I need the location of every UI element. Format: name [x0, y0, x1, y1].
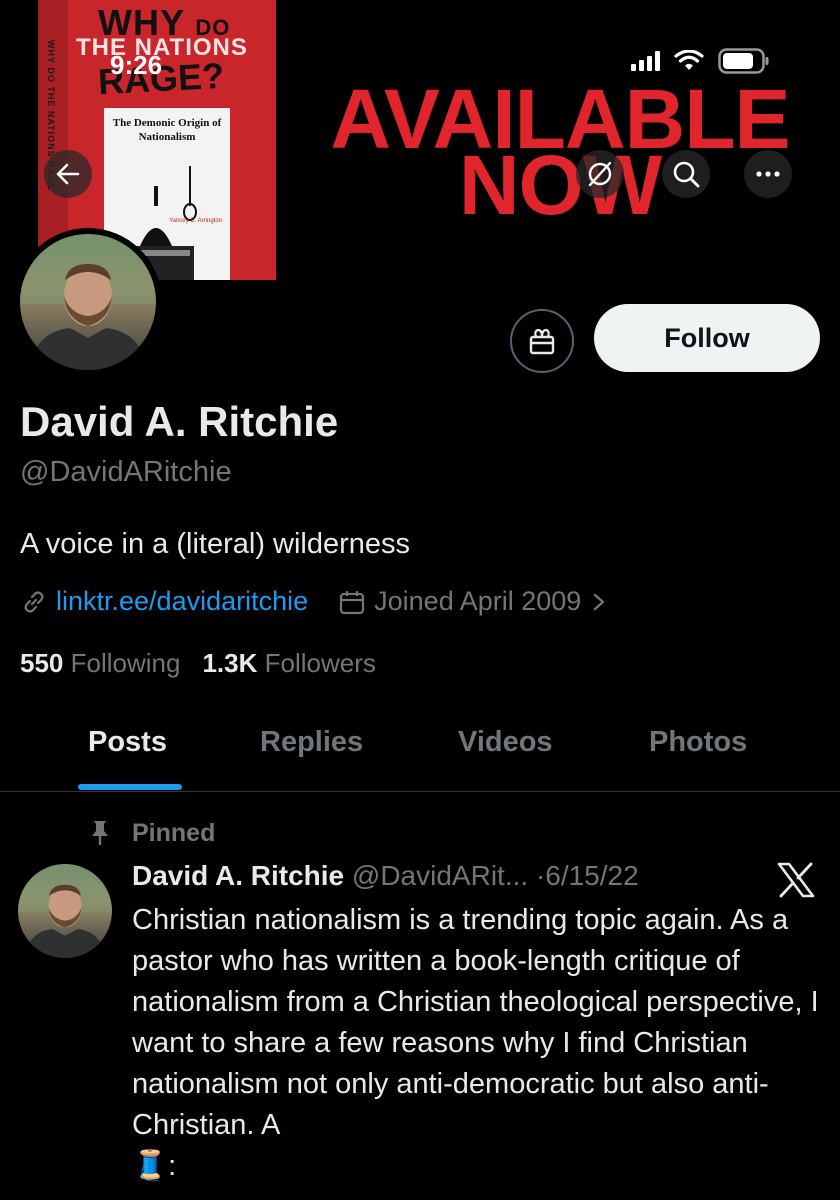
- profile-link[interactable]: linktr.ee/davidaritchie: [56, 586, 308, 617]
- following-count: 550: [20, 648, 64, 678]
- more-button[interactable]: [744, 150, 792, 198]
- post-author-handle[interactable]: @DavidARit...: [352, 860, 528, 891]
- post-author-name[interactable]: David A. Ritchie: [132, 860, 344, 891]
- pin-icon: [92, 821, 108, 845]
- following-label: Following: [70, 648, 181, 678]
- status-time: 9:26: [110, 50, 163, 80]
- follow-counts: 550 Following 1.3K Followers: [20, 648, 376, 679]
- wifi-icon: [674, 50, 704, 70]
- thread-emoji: 🧵:: [132, 1150, 177, 1182]
- pinned-indicator: Pinned: [88, 818, 215, 848]
- profile-avatar[interactable]: [14, 228, 162, 376]
- tab-videos[interactable]: Videos: [458, 726, 553, 759]
- tab-replies[interactable]: Replies: [260, 726, 363, 759]
- cellular-signal-icon: [631, 51, 660, 71]
- followers-link[interactable]: 1.3K Followers: [202, 648, 375, 679]
- grok-button[interactable]: [576, 150, 624, 198]
- profile-handle: @DavidARitchie: [20, 456, 232, 488]
- post-body[interactable]: Christian nationalism is a trending topi…: [132, 900, 822, 1187]
- person-silhouette-small: [18, 864, 112, 958]
- post-header: David A. Ritchie @DavidARit... ·6/15/22: [132, 860, 639, 892]
- book-author: Yancey C. Arrington: [169, 218, 222, 224]
- more-dots-icon: [756, 171, 780, 177]
- x-logo-icon: [777, 862, 815, 898]
- search-button[interactable]: [662, 150, 710, 198]
- search-icon: [673, 161, 700, 188]
- avatar-photo: [20, 234, 156, 370]
- pinned-label: Pinned: [132, 818, 216, 847]
- tab-photos[interactable]: Photos: [649, 726, 747, 759]
- gift-subscribe-button[interactable]: [510, 309, 574, 373]
- profile-tabs: Posts Replies Videos Photos: [0, 700, 840, 792]
- tab-posts[interactable]: Posts: [88, 726, 167, 759]
- grok-slash-icon: [588, 161, 612, 187]
- active-tab-indicator: [78, 784, 182, 790]
- banner-promo-text: AVAILABLE NOW: [310, 77, 810, 227]
- followers-label: Followers: [264, 648, 376, 678]
- status-icons: [631, 48, 770, 74]
- gift-icon: [529, 328, 555, 355]
- profile-meta: linktr.ee/davidaritchie Joined April 200…: [20, 586, 607, 617]
- book-subtitle: The Demonic Origin of Nationalism: [112, 117, 222, 143]
- link-icon: [24, 590, 44, 613]
- person-silhouette: [20, 234, 156, 370]
- arrow-left-icon: [56, 163, 80, 185]
- profile-name: David A. Ritchie: [20, 398, 339, 445]
- chevron-right-icon[interactable]: [591, 591, 607, 613]
- followers-count: 1.3K: [202, 648, 258, 678]
- profile-joined[interactable]: Joined April 2009: [374, 586, 581, 617]
- following-link[interactable]: 550 Following: [20, 648, 180, 679]
- battery-icon: [718, 48, 769, 74]
- follow-button[interactable]: Follow: [594, 304, 820, 372]
- back-button[interactable]: [44, 150, 92, 198]
- post-date[interactable]: ·6/15/22: [536, 860, 639, 891]
- post-author-avatar[interactable]: [18, 864, 112, 958]
- profile-bio: A voice in a (literal) wilderness: [20, 528, 411, 560]
- calendar-icon: [340, 590, 365, 614]
- post-text: Christian nationalism is a trending topi…: [132, 904, 819, 1141]
